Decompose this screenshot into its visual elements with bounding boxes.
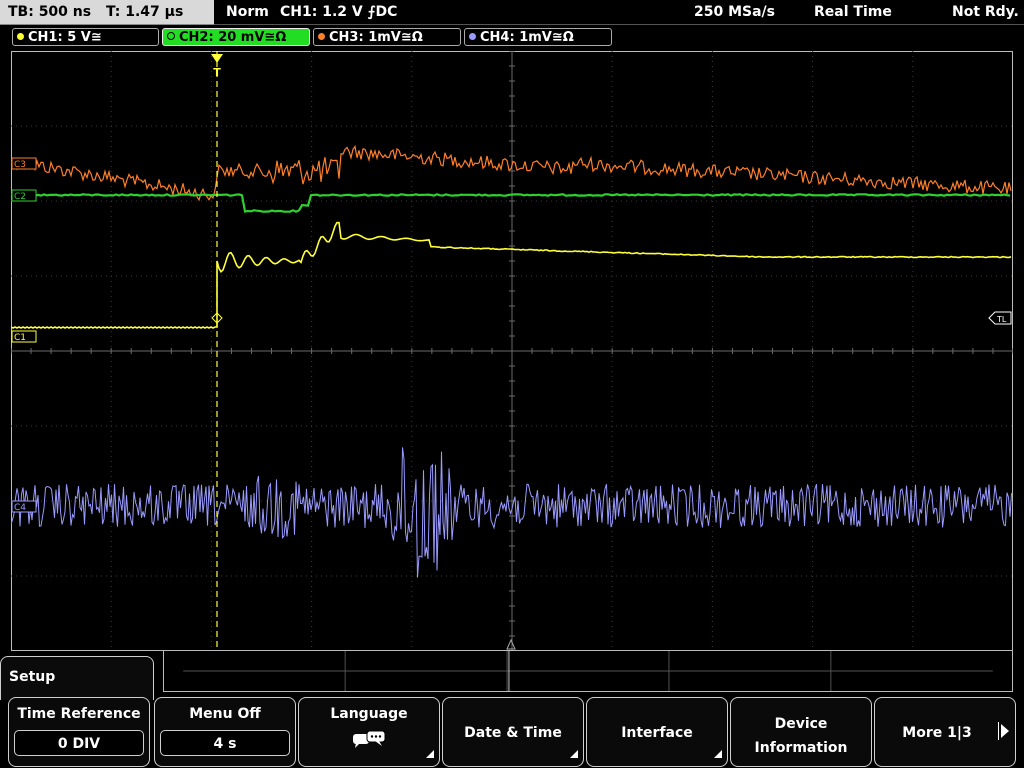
channel-tab-ch2[interactable]: CH2: 20 mV≅Ω	[162, 28, 310, 46]
acquisition-state: Not Rdy.	[952, 4, 1019, 20]
more-divider	[998, 722, 999, 740]
submenu-indicator-icon	[426, 750, 434, 758]
time-reference-value: 0 DIV	[14, 730, 144, 756]
ch1-color-dot	[17, 33, 24, 40]
ch4-color-dot	[469, 33, 476, 40]
more-softkey[interactable]: More 1|3	[874, 697, 1016, 767]
device-info-line1: Device	[774, 716, 828, 732]
ch4-marker-label: C4	[14, 503, 26, 513]
device-info-line2: Information	[754, 740, 848, 756]
sample-rate: 250 MSa/s	[694, 4, 776, 20]
date-time-softkey[interactable]: Date & Time	[442, 697, 584, 767]
submenu-indicator-icon	[570, 750, 578, 758]
trigger-position-label: T	[213, 66, 221, 79]
language-label: Language	[330, 706, 408, 722]
channel-tab-ch3[interactable]: CH3: 1mV≅Ω	[313, 28, 461, 46]
ch2-label: CH2: 20 mV≅Ω	[179, 30, 287, 45]
waveform-display[interactable]: T C3 C2 C1 C4 TL	[11, 51, 1013, 651]
ch4-offset-marker[interactable]: C4	[11, 500, 37, 513]
menu-off-value: 4 s	[160, 730, 290, 756]
device-information-softkey[interactable]: Device Information	[730, 697, 872, 767]
submenu-indicator-icon	[714, 750, 722, 758]
ch3-label: CH3: 1mV≅Ω	[329, 30, 423, 45]
trigger-level-label: TL	[996, 315, 1007, 324]
trigger-time-readout: T: 1.47 µs	[105, 4, 184, 20]
ch2-color-dot	[167, 32, 175, 40]
ch2-offset-marker[interactable]: C2	[11, 189, 37, 202]
ch3-marker-label: C3	[14, 160, 26, 170]
time-reference-label: Time Reference	[17, 706, 141, 722]
more-label: More 1|3	[902, 725, 972, 741]
ch1-offset-marker[interactable]: C1	[11, 330, 37, 343]
ch1-marker-label: C1	[14, 333, 26, 343]
menu-off-softkey[interactable]: Menu Off 4 s	[154, 697, 296, 767]
history-strip	[163, 650, 1013, 692]
channel-tab-ch4[interactable]: CH4: 1mV≅Ω	[464, 28, 612, 46]
arrow-right-icon	[1001, 724, 1009, 738]
channel-tab-ch1[interactable]: CH1: 5 V≅	[12, 28, 159, 46]
ch1-label: CH1: 5 V≅	[28, 30, 102, 45]
language-softkey[interactable]: Language	[298, 697, 440, 767]
interface-softkey[interactable]: Interface	[586, 697, 728, 767]
trigger-source: CH1: 1.2 V ⨍DC	[280, 4, 398, 20]
date-time-label: Date & Time	[464, 725, 562, 741]
interface-label: Interface	[621, 725, 693, 741]
acquisition-mode: Real Time	[814, 4, 892, 20]
speech-bubbles-icon	[353, 730, 386, 748]
trigger-mode: Norm	[226, 4, 269, 20]
ch4-label: CH4: 1mV≅Ω	[480, 30, 574, 45]
ch3-offset-marker[interactable]: C3	[11, 157, 37, 170]
ch2-marker-label: C2	[14, 192, 26, 202]
ch3-color-dot	[318, 33, 325, 40]
menu-off-label: Menu Off	[189, 706, 261, 722]
device-info-label: Device Information	[731, 712, 871, 760]
timebase-box[interactable]: TB: 500 ns T: 1.47 µs	[0, 0, 214, 25]
time-reference-softkey[interactable]: Time Reference 0 DIV	[8, 697, 150, 767]
menu-title: Setup	[9, 669, 56, 685]
timebase-readout: TB: 500 ns	[8, 4, 92, 20]
status-bar: TB: 500 ns T: 1.47 µs Norm CH1: 1.2 V ⨍D…	[0, 0, 1024, 26]
menu-title-tab: Setup	[0, 656, 154, 700]
